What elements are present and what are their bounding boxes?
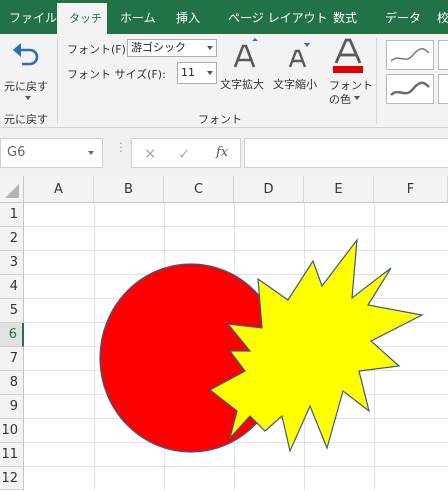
- check-icon[interactable]: ✓: [178, 145, 191, 163]
- shrink-font-icon: [288, 43, 310, 68]
- chevron-down-icon: [88, 151, 94, 155]
- pen-style-4[interactable]: [438, 74, 448, 104]
- formula-input[interactable]: [244, 138, 448, 168]
- grow-font-label: 文字拡大: [220, 78, 264, 91]
- font-group-label: フォント: [198, 113, 242, 126]
- drag-handle-icon: ⋮: [115, 140, 127, 154]
- font-name-label: フォント(F):: [67, 43, 130, 56]
- font-size-combo[interactable]: 11: [177, 62, 217, 84]
- ribbon: 元に戻す 元に戻す フォント(F): 游ゴシック フォント サイズ(F): 11…: [0, 34, 448, 128]
- tab-home[interactable]: ホーム: [120, 0, 156, 34]
- tab-formulas[interactable]: 数式: [333, 0, 357, 34]
- font-color-swatch: [333, 66, 363, 73]
- drawing-layer: [99, 237, 424, 453]
- group-divider: [57, 38, 58, 124]
- pen-style-1[interactable]: [386, 40, 434, 70]
- pen-style-2[interactable]: [386, 74, 434, 104]
- tab-touch[interactable]: タッチ: [57, 3, 107, 37]
- font-name-combo[interactable]: 游ゴシック: [127, 39, 217, 57]
- font-color-icon: [333, 38, 363, 73]
- undo-label: 元に戻す: [4, 80, 48, 93]
- worksheet-grid: A B C D E F 1 2 3 4 5 6 7 8 9 10 11 12: [0, 176, 448, 490]
- font-color-dropdown-icon: [354, 96, 360, 100]
- name-box-value: G6: [7, 145, 26, 160]
- shrink-font-label: 文字縮小: [273, 78, 317, 91]
- chevron-down-icon: [207, 46, 213, 50]
- tab-data[interactable]: データ: [385, 0, 421, 34]
- pen-style-3[interactable]: [438, 40, 448, 70]
- undo-group-label: 元に戻す: [4, 113, 48, 126]
- font-size-label: フォント サイズ(F):: [67, 68, 166, 81]
- pen-stroke-icon: [390, 81, 430, 96]
- shrink-font-button[interactable]: 文字縮小: [272, 36, 324, 100]
- undo-dropdown-icon: [25, 96, 31, 100]
- tab-file[interactable]: ファイル: [9, 0, 57, 34]
- tab-page-layout[interactable]: ページ レイアウト: [228, 0, 328, 34]
- tab-review[interactable]: 校: [437, 0, 448, 34]
- tab-insert[interactable]: 挿入: [176, 0, 200, 34]
- insert-function-button[interactable]: fx: [216, 145, 228, 160]
- pen-stroke-icon: [390, 48, 430, 62]
- formula-bar: G6 ⋮ ✕ ✓ fx: [0, 128, 448, 176]
- formula-buttons: ✕ ✓ fx: [131, 138, 241, 168]
- ribbon-tab-bar: ファイル タッチ ホーム 挿入 ページ レイアウト 数式 データ 校: [0, 0, 448, 37]
- undo-button[interactable]: 元に戻す: [2, 36, 54, 106]
- font-color-label-2: の色: [329, 93, 351, 106]
- group-divider: [376, 38, 377, 124]
- grow-font-icon: [233, 38, 258, 68]
- grow-font-button[interactable]: 文字拡大: [220, 36, 270, 100]
- chevron-down-icon: [207, 71, 213, 75]
- close-icon[interactable]: ✕: [144, 145, 157, 163]
- font-size-value: 11: [181, 66, 195, 79]
- font-color-button[interactable]: フォント の色: [326, 36, 373, 108]
- font-name-value: 游ゴシック: [131, 41, 186, 54]
- name-box[interactable]: G6: [0, 138, 103, 168]
- undo-icon: [13, 43, 39, 66]
